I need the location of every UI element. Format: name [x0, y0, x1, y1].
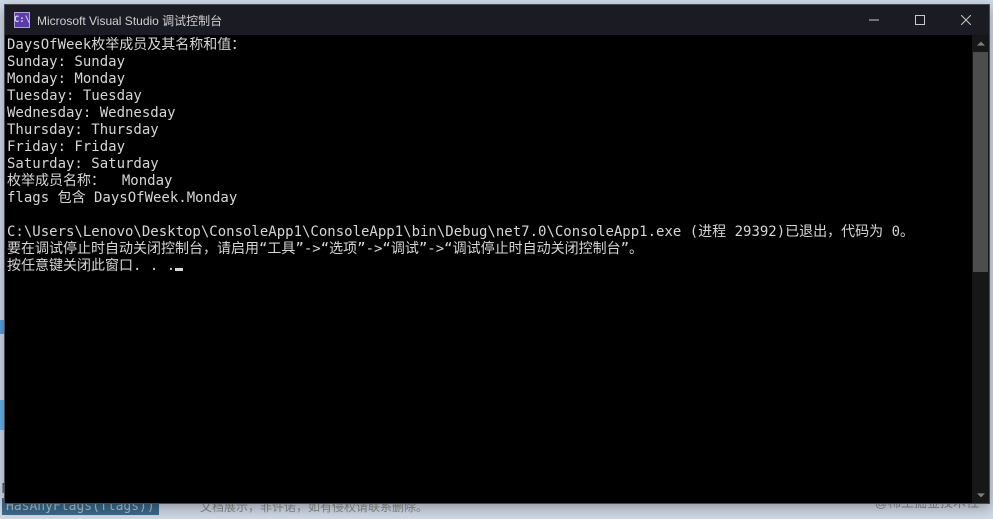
- console-window: C:\ Microsoft Visual Studio 调试控制台 DaysOf…: [4, 4, 990, 504]
- minimize-icon: [869, 15, 879, 25]
- window-title: Microsoft Visual Studio 调试控制台: [37, 12, 222, 29]
- scroll-up-button[interactable]: [972, 35, 989, 52]
- console-output[interactable]: DaysOfWeek枚举成员及其名称和值： Sunday: Sunday Mon…: [5, 35, 972, 503]
- text-cursor: [175, 268, 183, 271]
- chevron-down-icon: [977, 491, 985, 499]
- maximize-icon: [915, 15, 925, 25]
- minimize-button[interactable]: [851, 5, 897, 35]
- maximize-button[interactable]: [897, 5, 943, 35]
- titlebar[interactable]: C:\ Microsoft Visual Studio 调试控制台: [5, 5, 989, 35]
- chevron-up-icon: [977, 40, 985, 48]
- close-icon: [961, 15, 971, 25]
- vertical-scrollbar[interactable]: [972, 35, 989, 503]
- scroll-thumb[interactable]: [973, 52, 988, 272]
- app-icon: C:\: [14, 12, 30, 28]
- close-button[interactable]: [943, 5, 989, 35]
- desktop-background: M HasAnyFlags(flags)) 文档展示，非许诺，如有侵权请联系删除…: [0, 0, 993, 519]
- scroll-down-button[interactable]: [972, 486, 989, 503]
- client-area: DaysOfWeek枚举成员及其名称和值： Sunday: Sunday Mon…: [5, 35, 989, 503]
